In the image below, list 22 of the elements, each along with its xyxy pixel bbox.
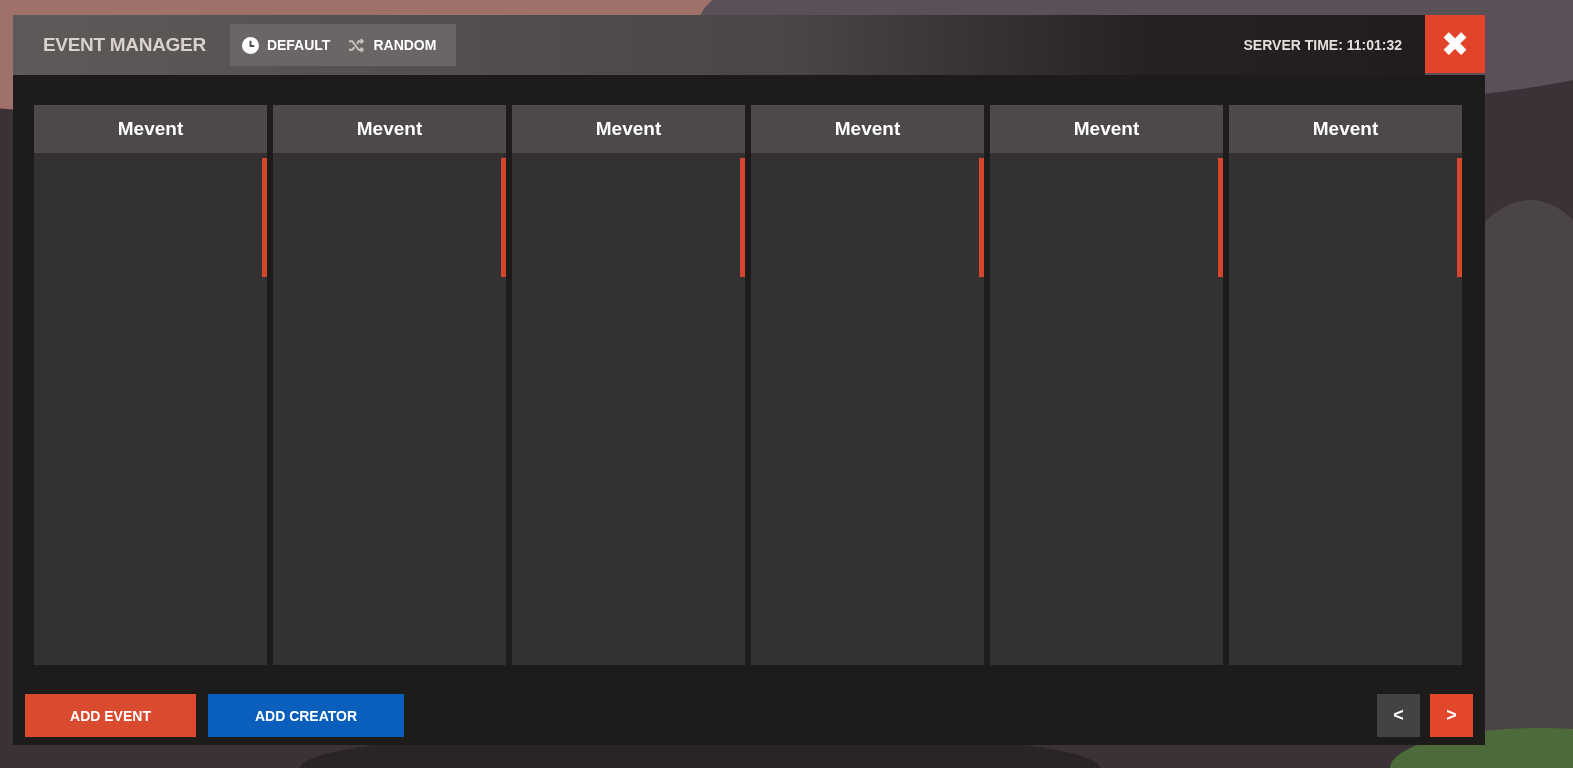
scrollbar-thumb[interactable] [262,158,267,277]
scrollbar-thumb[interactable] [740,158,745,277]
column-header: Mevent [273,105,506,153]
column-header: Mevent [512,105,745,153]
action-button[interactable]: ADD EVENT [25,694,196,737]
column-header: Mevent [1229,105,1462,153]
window-title: EVENT MANAGER [43,34,206,56]
next-page-button[interactable]: > [1430,694,1473,737]
shuffle-icon [348,36,366,54]
scrollbar-thumb[interactable] [1457,158,1462,277]
close-button[interactable]: ✖ [1425,15,1485,73]
server-time: SERVER TIME: 11:01:32 [1243,37,1402,53]
scrollbar-thumb[interactable] [1218,158,1223,277]
scrollbar-thumb[interactable] [979,158,984,277]
clock-icon [241,36,259,54]
column-header: Mevent [990,105,1223,153]
column-header: Mevent [34,105,267,153]
scrollbar-thumb[interactable] [501,158,506,277]
mode-button[interactable]: DEFAULT [237,36,335,54]
mode-button[interactable]: RANDOM [344,36,441,54]
column-header: Mevent [751,105,984,153]
action-button[interactable]: ADD CREATOR [208,694,404,737]
